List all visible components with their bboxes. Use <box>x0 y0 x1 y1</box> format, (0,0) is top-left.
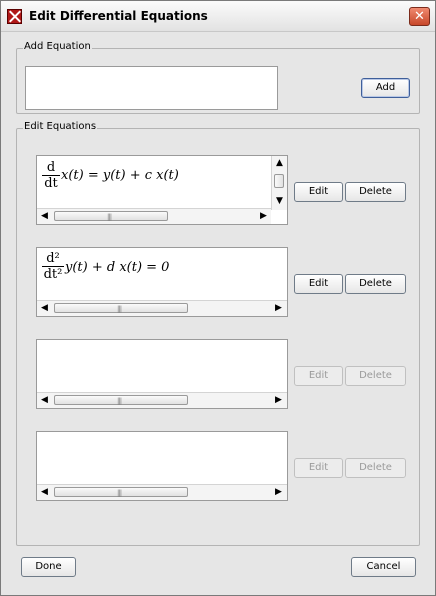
app-icon <box>7 9 22 24</box>
scroll-left-icon[interactable]: ◀ <box>37 393 52 407</box>
delete-button-2[interactable]: Delete <box>345 274 406 294</box>
edit-equations-legend: Edit Equations <box>23 121 98 132</box>
horizontal-scrollbar[interactable]: ◀ ||| ▶ <box>37 300 287 316</box>
horizontal-scrollbar[interactable]: ◀ ||| ▶ <box>37 484 287 500</box>
equation-box-4[interactable]: ◀ ||| ▶ <box>36 431 288 501</box>
scroll-left-icon[interactable]: ◀ <box>37 209 52 223</box>
fraction-numerator: d² <box>42 251 64 267</box>
grip-icon: ||| <box>107 213 112 221</box>
equation-text: x(t) = y(t) + c x(t) <box>61 168 179 183</box>
horizontal-scroll-thumb[interactable]: ||| <box>54 211 168 221</box>
scroll-up-icon[interactable]: ▲ <box>272 156 287 170</box>
window-title: Edit Differential Equations <box>29 9 208 23</box>
vertical-scrollbar[interactable]: ▲ ▼ <box>271 156 287 210</box>
fraction-numerator: d <box>42 160 60 176</box>
edit-button-4: Edit <box>294 458 343 478</box>
edit-button-1[interactable]: Edit <box>294 182 343 202</box>
horizontal-scroll-thumb[interactable]: ||| <box>54 395 188 405</box>
equation-text: y(t) + d x(t) = 0 <box>65 260 170 275</box>
grip-icon: ||| <box>117 305 122 313</box>
derivative-fraction: d² dt² <box>42 251 64 282</box>
add-button[interactable]: Add <box>361 78 410 98</box>
cancel-button[interactable]: Cancel <box>351 557 416 577</box>
delete-button-3: Delete <box>345 366 406 386</box>
scroll-left-icon[interactable]: ◀ <box>37 301 52 315</box>
derivative-fraction: d dt <box>42 160 60 191</box>
vertical-scroll-thumb[interactable] <box>274 174 284 188</box>
scroll-right-icon[interactable]: ▶ <box>271 393 286 407</box>
equation-box-3[interactable]: ◀ ||| ▶ <box>36 339 288 409</box>
delete-button-4: Delete <box>345 458 406 478</box>
edit-button-2[interactable]: Edit <box>294 274 343 294</box>
done-button[interactable]: Done <box>21 557 76 577</box>
scroll-down-icon[interactable]: ▼ <box>272 194 287 208</box>
add-equation-input[interactable] <box>25 66 278 110</box>
dialog-window: Edit Differential Equations ✕ Add Equati… <box>0 0 436 596</box>
scroll-left-icon[interactable]: ◀ <box>37 485 52 499</box>
scroll-right-icon[interactable]: ▶ <box>271 301 286 315</box>
equation-box-2[interactable]: d² dt² y(t) + d x(t) = 0 ◀ ||| ▶ <box>36 247 288 317</box>
equation-box-1[interactable]: d dt x(t) = y(t) + c x(t) ▲ ▼ ◀ ||| ▶ <box>36 155 288 225</box>
horizontal-scrollbar[interactable]: ◀ ||| ▶ <box>37 392 287 408</box>
fraction-denominator: dt <box>44 176 58 191</box>
scroll-right-icon[interactable]: ▶ <box>271 485 286 499</box>
horizontal-scrollbar[interactable]: ◀ ||| ▶ <box>37 208 271 224</box>
grip-icon: ||| <box>117 489 122 497</box>
horizontal-scroll-thumb[interactable]: ||| <box>54 303 188 313</box>
delete-button-1[interactable]: Delete <box>345 182 406 202</box>
grip-icon: ||| <box>117 397 122 405</box>
add-equation-group: Add Equation Add <box>16 41 420 114</box>
horizontal-scroll-thumb[interactable]: ||| <box>54 487 188 497</box>
edit-button-3: Edit <box>294 366 343 386</box>
add-equation-legend: Add Equation <box>23 41 92 52</box>
scroll-right-icon[interactable]: ▶ <box>256 209 271 223</box>
close-button[interactable]: ✕ <box>409 7 430 26</box>
title-bar[interactable]: Edit Differential Equations ✕ <box>1 1 435 32</box>
fraction-denominator: dt² <box>43 267 63 282</box>
